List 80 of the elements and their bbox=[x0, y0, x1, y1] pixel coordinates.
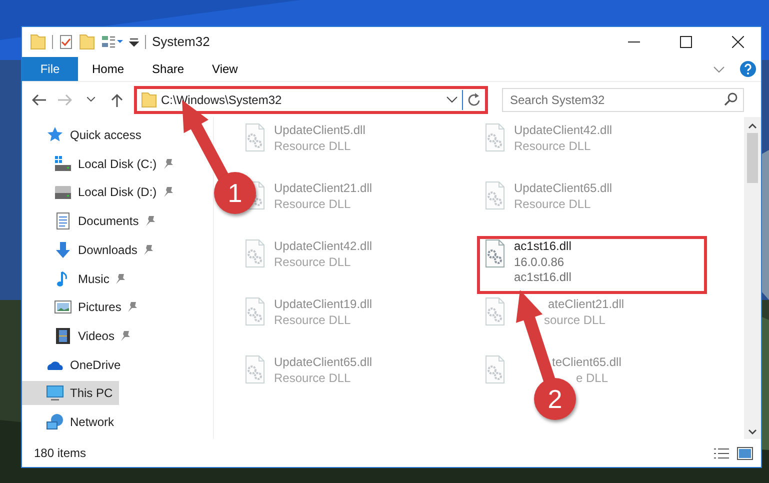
document-icon bbox=[54, 212, 72, 230]
sidebar-item[interactable]: Documents bbox=[22, 209, 161, 234]
dll-file-icon bbox=[244, 355, 266, 385]
file-detail: Resource DLL bbox=[274, 196, 352, 212]
star-icon bbox=[46, 126, 64, 144]
dll-file-icon bbox=[244, 123, 266, 153]
help-icon[interactable] bbox=[739, 60, 757, 78]
file-name: ac1st16.dll bbox=[514, 239, 572, 255]
sidebar-item[interactable]: Network bbox=[22, 410, 120, 434]
dropdown-icon[interactable] bbox=[446, 96, 458, 103]
caret-icon[interactable] bbox=[87, 97, 95, 102]
scrollbar[interactable] bbox=[744, 117, 761, 439]
file-detail: Resource DLL bbox=[514, 138, 592, 154]
file-detail: source DLL bbox=[543, 312, 606, 328]
sidebar-item[interactable]: Music bbox=[22, 266, 132, 291]
computer-icon bbox=[46, 384, 64, 402]
ribbon-tab[interactable]: View bbox=[198, 57, 252, 81]
dll-file-icon bbox=[484, 355, 506, 385]
file-name: UpdateClient42.dll bbox=[514, 123, 612, 139]
file-detail: ac1st16.dll bbox=[514, 270, 572, 286]
back-icon[interactable] bbox=[32, 94, 46, 106]
file-detail: Resource DLL bbox=[514, 196, 592, 212]
sidebar-item[interactable]: OneDrive bbox=[22, 352, 127, 377]
up-icon[interactable] bbox=[111, 92, 123, 106]
file-name: UpdateClient42.dll bbox=[274, 239, 372, 255]
properties-icon[interactable] bbox=[59, 34, 73, 50]
view-options-icon[interactable] bbox=[101, 35, 123, 49]
address-bar[interactable]: C:\Windows\System32 bbox=[136, 88, 486, 112]
scroll-up-icon[interactable] bbox=[748, 123, 757, 129]
maximize-icon[interactable] bbox=[680, 36, 692, 48]
file-name: teClient65.dll bbox=[551, 355, 622, 371]
file-name: UpdateClient19.dll bbox=[274, 297, 372, 313]
network-icon bbox=[46, 413, 64, 432]
dll-file-icon bbox=[484, 239, 506, 269]
customize-arrow-icon[interactable] bbox=[129, 37, 139, 47]
sidebar-item[interactable]: Downloads bbox=[22, 238, 160, 262]
ribbon-tab[interactable]: Share bbox=[138, 57, 198, 81]
dll-file-icon bbox=[484, 123, 506, 153]
file-detail: Resource DLL bbox=[274, 254, 352, 270]
window-title: System32 bbox=[152, 33, 211, 52]
dll-file-icon bbox=[244, 239, 266, 269]
sidebar-item[interactable]: Pictures bbox=[22, 295, 144, 320]
file-name: UpdateClient5.dll bbox=[274, 123, 366, 139]
file-detail: e DLL bbox=[575, 370, 610, 386]
file-detail: 16.0.0.86 bbox=[514, 254, 566, 270]
sidebar-item[interactable]: Local Disk (C:) bbox=[22, 152, 179, 176]
refresh-icon[interactable] bbox=[467, 92, 481, 106]
sidebar-item[interactable]: Local Disk (D:) bbox=[22, 180, 179, 204]
file-tile[interactable]: ac1st16.dll 16.0.0.86 ac1st16.dll bbox=[478, 237, 706, 293]
scroll-thumb[interactable] bbox=[747, 133, 758, 183]
file-detail: Resource DLL bbox=[274, 370, 352, 386]
file-tab[interactable]: File bbox=[22, 57, 78, 81]
large-icons-view-icon[interactable] bbox=[737, 446, 753, 460]
sidebar-item[interactable]: Quick access bbox=[22, 123, 148, 147]
file-detail: Resource DLL bbox=[274, 138, 352, 154]
file-name: ateClient21.dll bbox=[547, 297, 624, 313]
item-count: 180 items bbox=[34, 445, 88, 462]
file-name: UpdateClient21.dll bbox=[274, 181, 372, 197]
file-name: UpdateClient65.dll bbox=[514, 181, 612, 197]
download-icon bbox=[54, 240, 72, 259]
sidebar-item[interactable]: This PC bbox=[22, 381, 119, 406]
dll-file-icon bbox=[484, 297, 506, 327]
close-icon[interactable] bbox=[732, 36, 744, 48]
chevron-icon[interactable] bbox=[713, 66, 725, 72]
dll-file-icon bbox=[244, 297, 266, 327]
sidebar-item[interactable]: Videos bbox=[22, 324, 136, 348]
file-name: UpdateClient65.dll bbox=[274, 355, 372, 371]
drive-icon bbox=[54, 154, 72, 173]
minimize-icon[interactable] bbox=[628, 41, 640, 43]
ribbon-tab[interactable]: Home bbox=[78, 57, 138, 81]
details-view-icon[interactable] bbox=[713, 448, 729, 458]
search-icon bbox=[724, 92, 738, 106]
film-icon bbox=[54, 327, 72, 346]
dll-file-icon bbox=[484, 181, 506, 211]
folder-icon bbox=[141, 92, 157, 108]
search-field[interactable]: Search System32 bbox=[502, 88, 744, 112]
pictures-icon bbox=[54, 298, 72, 316]
drive-icon bbox=[54, 183, 72, 202]
file-detail: Resource DLL bbox=[274, 312, 352, 328]
scroll-down-icon[interactable] bbox=[748, 429, 757, 435]
